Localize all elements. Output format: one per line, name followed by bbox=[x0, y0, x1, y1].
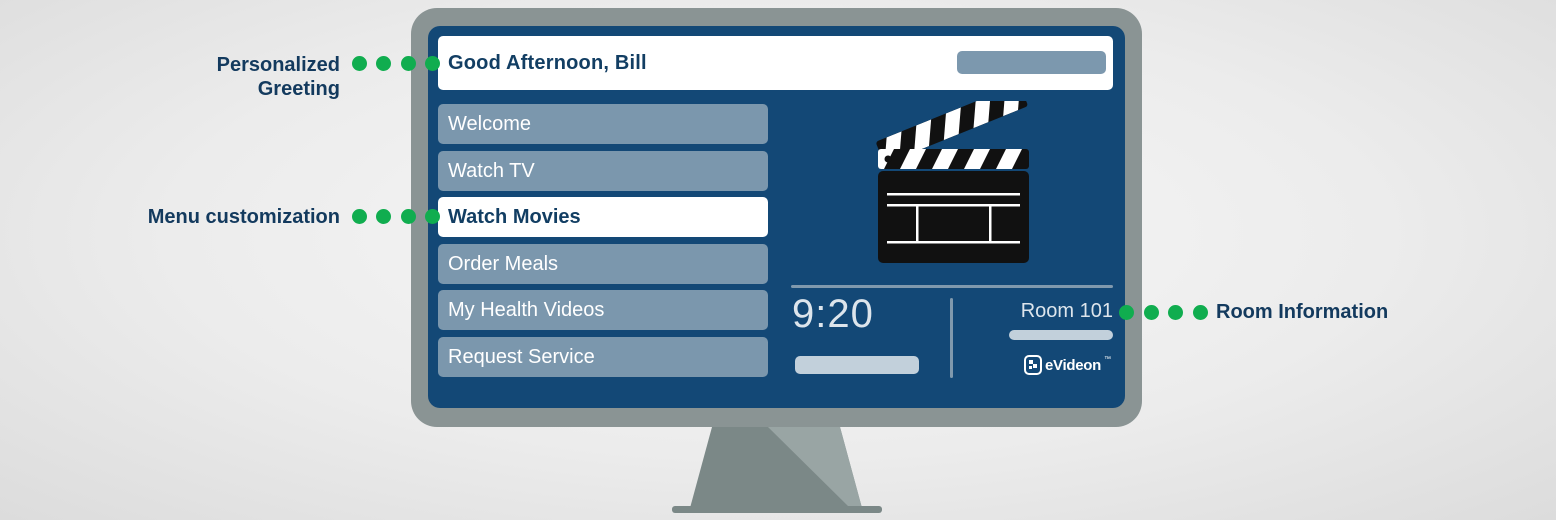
monitor-screen: Good Afternoon, Bill Welcome Watch TV Wa… bbox=[428, 26, 1125, 408]
callout-dot bbox=[425, 209, 440, 224]
callout-dot bbox=[376, 56, 391, 71]
menu-item-watch-tv[interactable]: Watch TV bbox=[438, 151, 768, 191]
info-divider-vertical bbox=[950, 298, 953, 378]
menu-item-watch-movies[interactable]: Watch Movies bbox=[438, 197, 768, 237]
menu-item-order-meals[interactable]: Order Meals bbox=[438, 244, 768, 284]
callout-dot bbox=[425, 56, 440, 71]
brand-name: eVideon bbox=[1045, 356, 1101, 374]
callout-greeting-line1: Personalized bbox=[216, 54, 340, 76]
callout-room-label: Room Information bbox=[1216, 301, 1389, 323]
callout-dot bbox=[1119, 305, 1134, 320]
callout-dot bbox=[1168, 305, 1183, 320]
evideon-logo-icon bbox=[1024, 355, 1043, 375]
brand-trademark: ™ bbox=[1104, 356, 1111, 363]
info-divider-horizontal bbox=[791, 285, 1113, 288]
callout-dot bbox=[401, 209, 416, 224]
callout-dot bbox=[376, 209, 391, 224]
room-placeholder-bar bbox=[1009, 330, 1113, 340]
clapperboard-icon bbox=[876, 101, 1029, 263]
callout-dot bbox=[401, 56, 416, 71]
callout-dot bbox=[1144, 305, 1159, 320]
greeting-placeholder-bar bbox=[957, 51, 1106, 74]
room-number: Room 101 bbox=[1020, 300, 1113, 322]
callout-menu-label: Menu customization bbox=[147, 206, 340, 228]
callout-greeting-label: Personalized Greeting bbox=[217, 53, 340, 101]
brand-logo: eVideon ™ bbox=[1024, 354, 1111, 376]
greeting-text: Good Afternoon, Bill bbox=[448, 52, 647, 74]
callout-dot bbox=[352, 209, 367, 224]
greeting-bar: Good Afternoon, Bill bbox=[438, 36, 1113, 90]
menu-item-my-health-videos[interactable]: My Health Videos bbox=[438, 290, 768, 330]
menu-item-welcome[interactable]: Welcome bbox=[438, 104, 768, 144]
menu-item-request-service[interactable]: Request Service bbox=[438, 337, 768, 377]
date-placeholder-bar bbox=[795, 356, 919, 374]
callout-dot bbox=[352, 56, 367, 71]
clock-time: 9:20 bbox=[792, 292, 874, 336]
callout-dot bbox=[1193, 305, 1208, 320]
callout-greeting-line2: Greeting bbox=[257, 78, 340, 100]
